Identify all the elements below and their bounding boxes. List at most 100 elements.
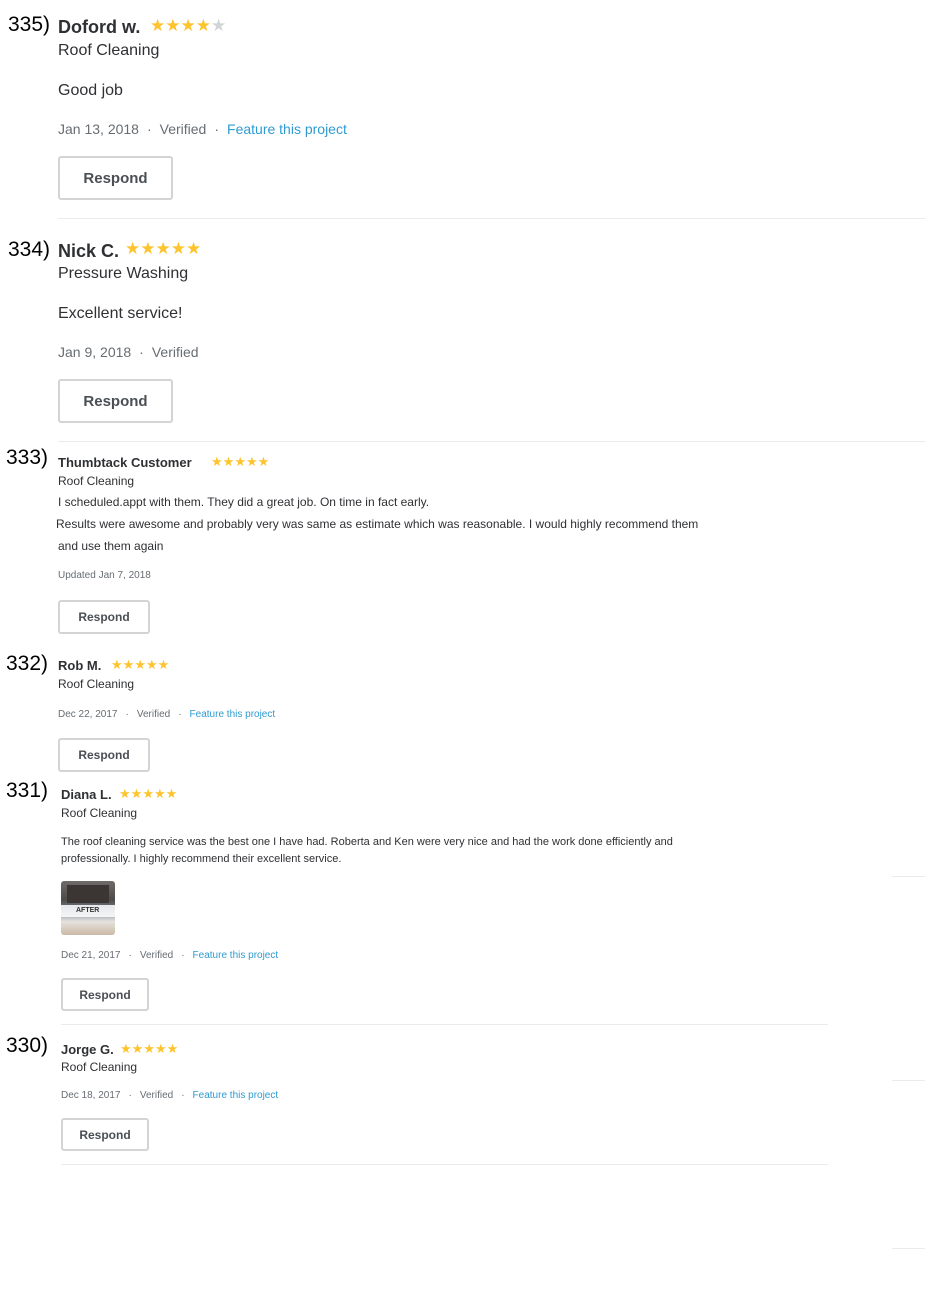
review-number: 333) xyxy=(6,446,49,469)
star-icon: ★ xyxy=(150,16,166,35)
verified-label: Verified xyxy=(139,1090,174,1101)
service-name: Roof Cleaning xyxy=(61,1060,138,1074)
reviewer-name: Jorge G. xyxy=(61,1042,114,1057)
divider-fragment xyxy=(892,1248,925,1249)
star-icon: ★ xyxy=(234,454,246,469)
review-number: 330) xyxy=(6,1034,49,1057)
star-icon: ★ xyxy=(195,16,211,35)
separator-dot: · xyxy=(214,121,220,137)
divider xyxy=(61,1024,828,1025)
feature-project-link[interactable]: Feature this project xyxy=(190,709,276,720)
review-text-line: professionally. I highly recommend their… xyxy=(61,853,342,865)
review-photo-thumbnail[interactable]: AFTER xyxy=(61,881,115,935)
review-date: Updated Jan 7, 2018 xyxy=(58,570,151,581)
separator-dot: · xyxy=(139,344,144,360)
star-icon: ★ xyxy=(157,657,170,672)
star-rating: ★★★★★ xyxy=(111,657,169,673)
star-icon: ★ xyxy=(131,1041,144,1056)
review-number: 332) xyxy=(6,652,49,675)
review-number: 334) xyxy=(8,238,51,261)
respond-button[interactable]: Respond xyxy=(58,379,173,423)
star-rating: ★★★★★ xyxy=(119,786,177,802)
star-icon: ★ xyxy=(120,1041,132,1056)
separator-dot: · xyxy=(146,121,152,137)
review-text: Good job xyxy=(58,82,123,99)
review-number: 331) xyxy=(6,779,49,802)
star-icon: ★ xyxy=(111,657,123,672)
respond-button[interactable]: Respond xyxy=(58,738,150,772)
star-icon: ★ xyxy=(165,786,178,801)
divider xyxy=(58,218,925,219)
reviewer-name: Doford w. xyxy=(58,17,141,37)
review-text-line: and use them again xyxy=(58,539,164,553)
divider-fragment xyxy=(892,876,925,877)
respond-button[interactable]: Respond xyxy=(61,1118,149,1151)
separator-dot: · xyxy=(181,1090,185,1101)
separator-dot: · xyxy=(125,709,129,720)
star-icon: ★ xyxy=(257,454,270,469)
respond-button[interactable]: Respond xyxy=(61,978,149,1011)
divider xyxy=(61,1164,828,1165)
star-icon: ★ xyxy=(245,454,258,469)
star-rating: ★★★★★ xyxy=(120,1041,178,1057)
star-icon: ★ xyxy=(153,786,166,801)
star-icon: ★ xyxy=(143,1041,155,1056)
review-meta: Dec 18, 2017 · Verified · Feature this proje… xyxy=(61,1090,278,1101)
review-date: Dec 22, 2017 xyxy=(58,709,118,720)
feature-project-link[interactable]: Feature this project xyxy=(193,950,279,961)
roof-image-area xyxy=(67,885,109,903)
separator-dot: · xyxy=(181,950,185,961)
separator-dot: · xyxy=(178,709,182,720)
service-name: Roof Cleaning xyxy=(58,677,135,691)
star-icon: ★ xyxy=(134,657,146,672)
divider xyxy=(58,441,925,442)
review-number: 335) xyxy=(8,13,51,36)
star-icon: ★ xyxy=(170,239,186,258)
service-name: Roof Cleaning xyxy=(58,42,160,59)
reviewer-name: Rob M. xyxy=(58,658,102,673)
service-name: Pressure Washing xyxy=(58,265,189,282)
review-meta: Jan 9, 2018 · Verified xyxy=(58,344,199,360)
star-rating: ★★★★★ xyxy=(211,454,269,470)
respond-button[interactable]: Respond xyxy=(58,156,173,200)
star-icon: ★ xyxy=(154,1041,167,1056)
star-icon: ★ xyxy=(165,16,181,35)
verified-label: Verified xyxy=(159,121,207,137)
separator-dot: · xyxy=(128,1090,132,1101)
review-date: Dec 21, 2017 xyxy=(61,950,121,961)
service-name: Roof Cleaning xyxy=(58,474,135,488)
reviewer-name: Thumbtack Customer xyxy=(58,455,192,470)
verified-label: Verified xyxy=(136,709,171,720)
review-text-line: Results were awesome and probably very w… xyxy=(56,517,699,531)
review-date: Jan 13, 2018 xyxy=(58,121,139,137)
star-icon: ★ xyxy=(155,239,171,258)
verified-label: Verified xyxy=(139,950,174,961)
star-icon: ★ xyxy=(166,1041,179,1056)
star-icon: ★ xyxy=(125,239,141,258)
star-icon: ★ xyxy=(140,239,156,258)
respond-button[interactable]: Respond xyxy=(58,600,150,634)
star-rating: ★★★★★ xyxy=(150,16,226,36)
star-icon: ★ xyxy=(130,786,143,801)
feature-project-link[interactable]: Feature this project xyxy=(227,121,347,137)
review-date: Dec 18, 2017 xyxy=(61,1090,121,1101)
star-icon: ★ xyxy=(122,657,135,672)
reviewer-name: Nick C. xyxy=(58,241,120,261)
star-icon: ★ xyxy=(180,16,196,35)
review-meta: Jan 13, 2018 · Verified · Feature this proje… xyxy=(58,121,347,137)
star-icon: ★ xyxy=(142,786,154,801)
review-meta: Dec 22, 2017 · Verified · Feature this proje… xyxy=(58,709,275,720)
star-icon: ★ xyxy=(211,454,223,469)
star-icon: ★ xyxy=(119,786,131,801)
reviewer-name: Diana L. xyxy=(61,787,112,802)
verified-label: Verified xyxy=(151,344,199,360)
review-text-line: The roof cleaning service was the best o… xyxy=(61,836,673,848)
review-date: Jan 9, 2018 xyxy=(58,344,132,360)
review-text-line: I scheduled.appt with them. They did a g… xyxy=(58,495,430,509)
review-meta: Dec 21, 2017 · Verified · Feature this proje… xyxy=(61,950,278,961)
separator-dot: · xyxy=(128,950,132,961)
star-rating: ★★★★★ xyxy=(125,239,201,259)
star-icon: ★ xyxy=(186,239,202,258)
star-empty-icon: ★ xyxy=(211,16,227,35)
feature-project-link[interactable]: Feature this project xyxy=(193,1090,279,1101)
